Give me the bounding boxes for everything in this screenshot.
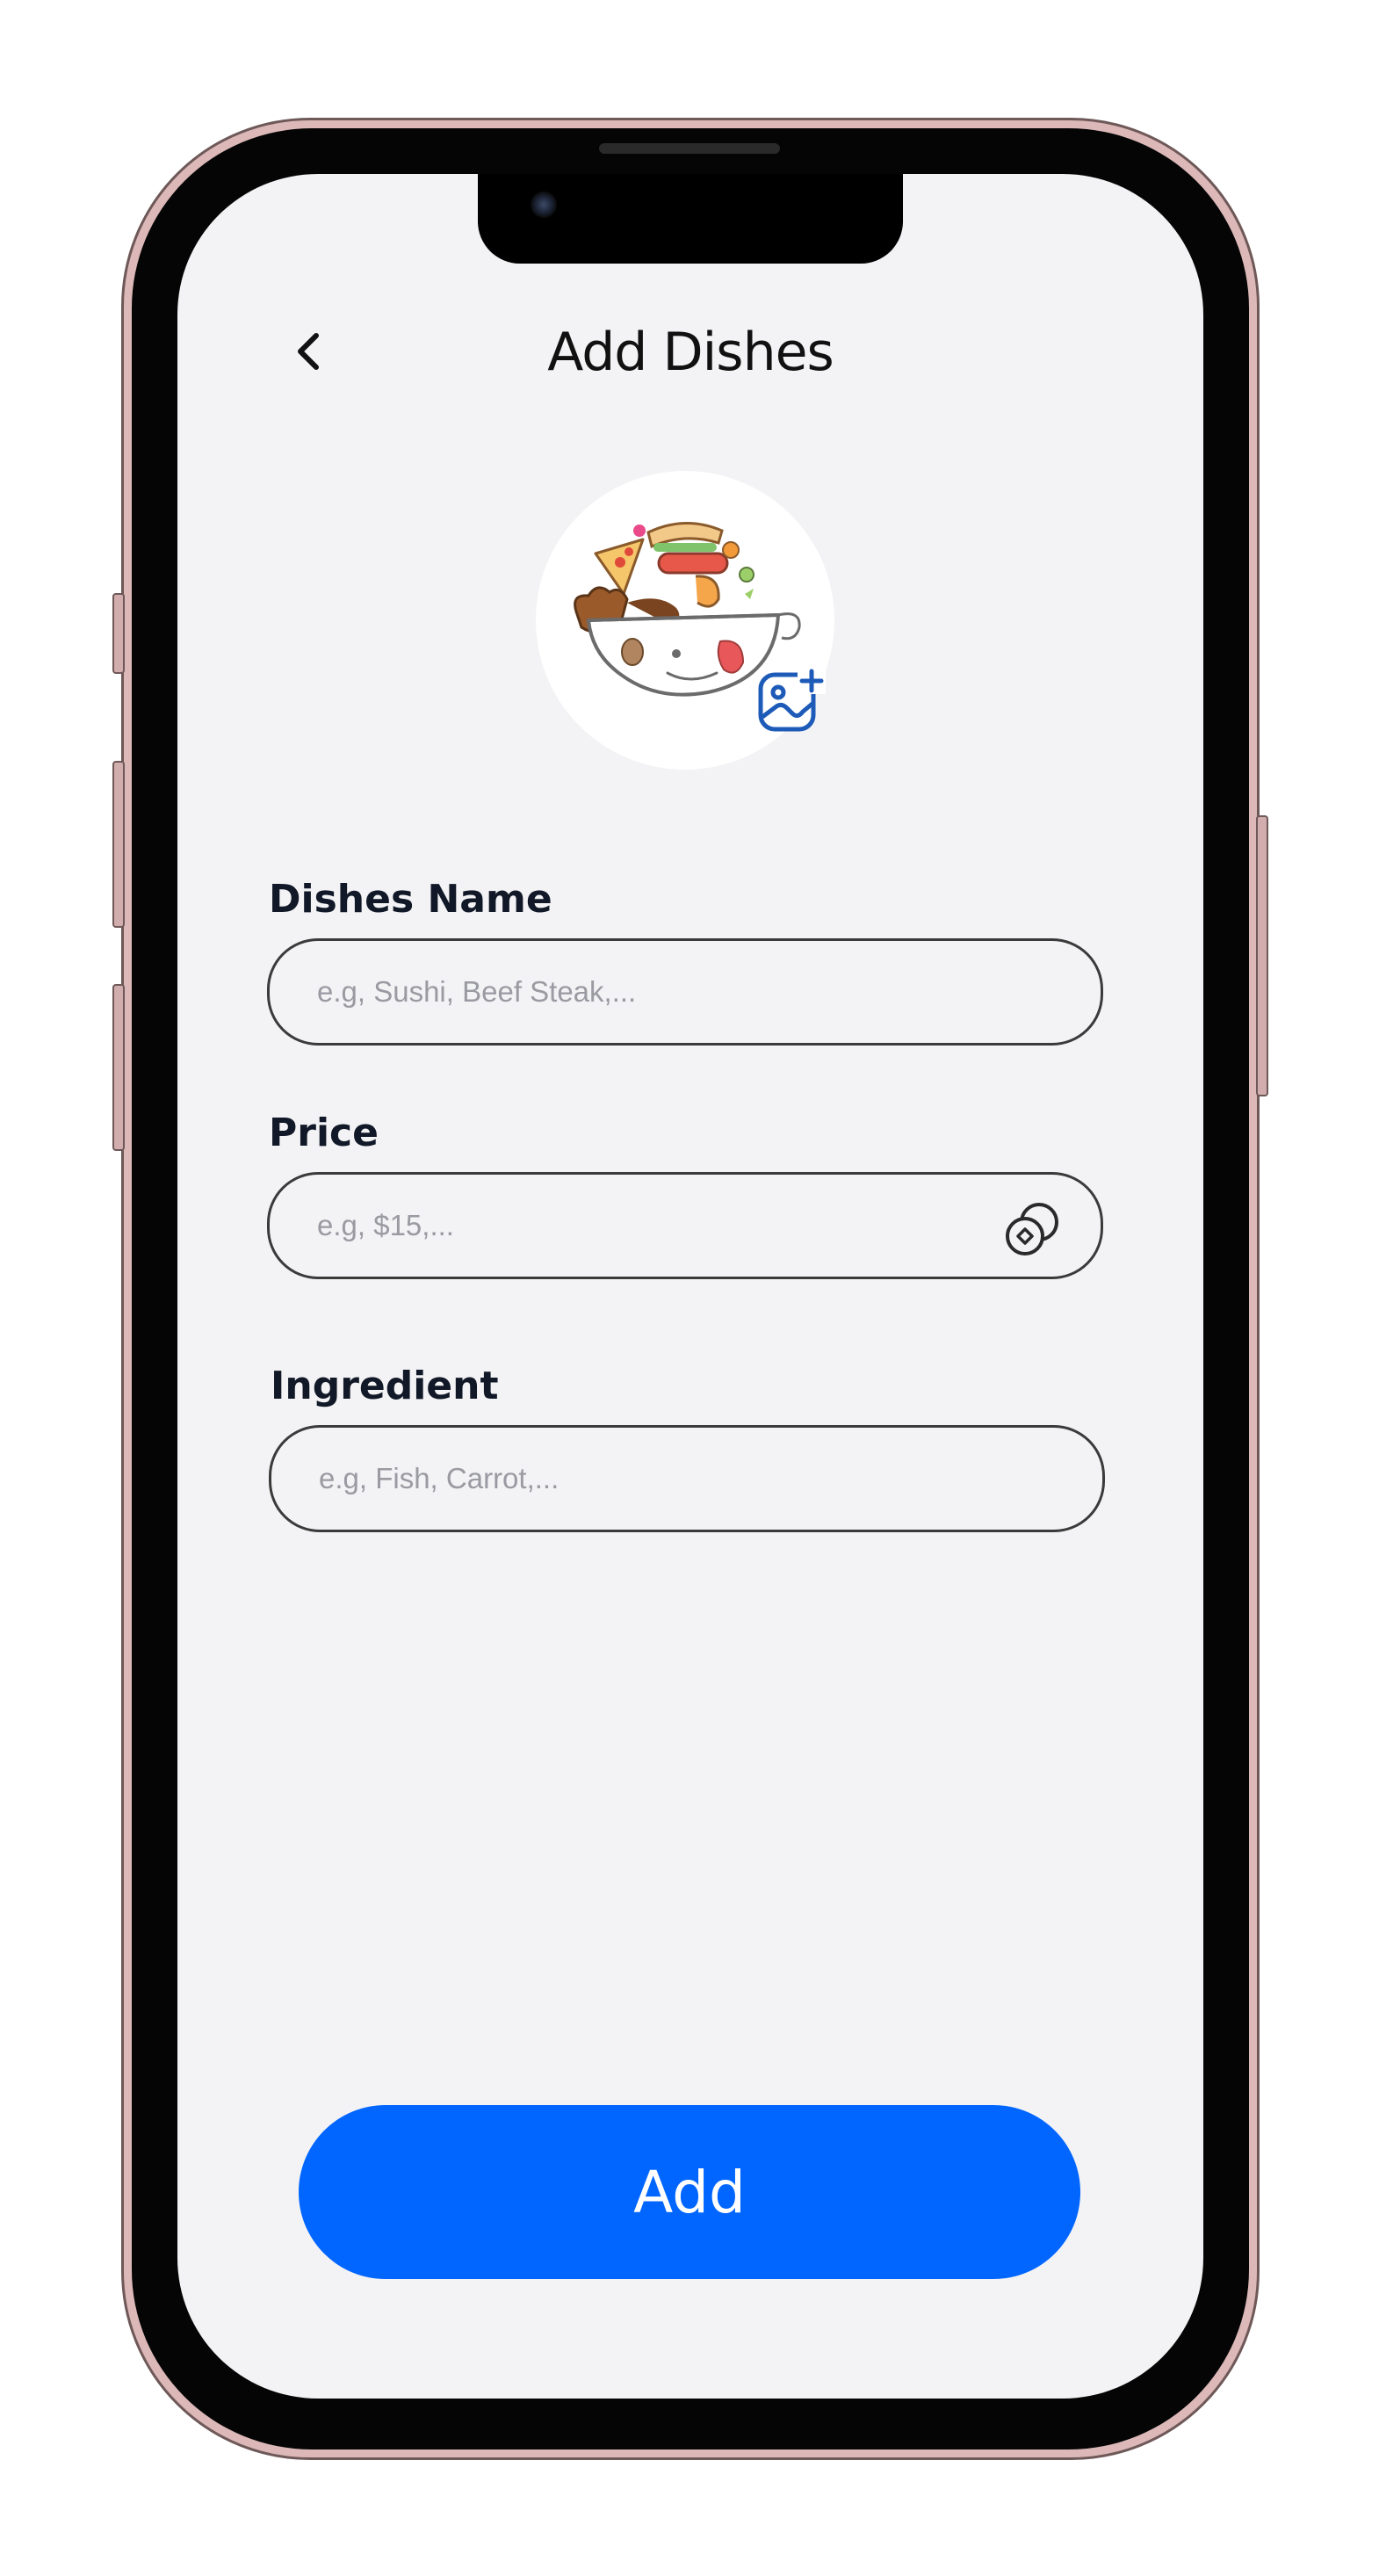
add-button[interactable]: Add	[299, 2105, 1080, 2279]
ingredient-input[interactable]	[319, 1428, 967, 1530]
earpiece-speaker	[599, 143, 780, 154]
add-photo-icon	[758, 668, 826, 732]
front-camera	[531, 192, 557, 218]
app-screen: Add Dishes Dishes Name e.g, Sushi, Beef …	[177, 174, 1203, 2399]
dish-name-field[interactable]	[267, 938, 1103, 1046]
notch	[478, 174, 903, 264]
price-input[interactable]	[317, 1175, 965, 1277]
price-field[interactable]	[267, 1172, 1103, 1279]
coins-icon[interactable]	[1006, 1201, 1060, 1255]
dish-name-label: Dishes Name	[269, 877, 552, 922]
dish-name-input[interactable]	[317, 941, 965, 1043]
volume-down-button	[112, 984, 125, 1151]
price-label: Price	[269, 1111, 379, 1155]
page-title: Add Dishes	[547, 322, 834, 383]
power-button	[1256, 815, 1268, 1096]
volume-up-button	[112, 761, 125, 928]
silent-switch	[112, 593, 125, 674]
ingredient-field[interactable]	[269, 1425, 1105, 1532]
ingredient-label: Ingredient	[271, 1364, 499, 1408]
upload-photo-button[interactable]	[757, 666, 827, 736]
